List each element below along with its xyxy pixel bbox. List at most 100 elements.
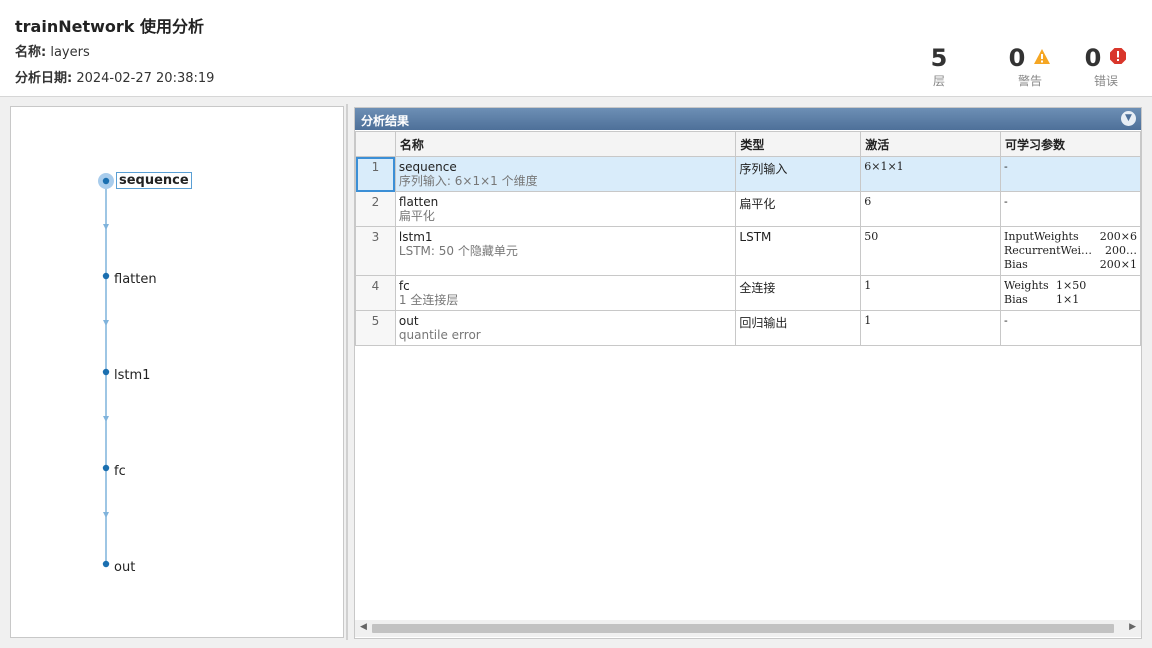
layer-name: fc (398, 279, 410, 293)
layer-learnables: InputWeights 200×6 RecurrentWei… 200… Bias… (999, 226, 1142, 276)
column-header-name[interactable]: 名称 (394, 131, 737, 157)
scrollbar-thumb[interactable] (372, 624, 1114, 633)
graph-node-label-sequence[interactable]: sequence (116, 172, 192, 189)
param-name: - (1003, 314, 1008, 327)
layer-learnables: - (999, 156, 1142, 192)
scroll-right-icon[interactable]: ▶ (1129, 622, 1136, 632)
analysis-results-panel: 分析结果 ▼ 名称 类型 激活 可学习参数 1 sequence 序列输入: 6… (354, 107, 1142, 639)
edge-arrow (103, 512, 109, 518)
layer-name-cell: fc 1 全连接层 (394, 275, 737, 311)
layer-name-cell: sequence 序列输入: 6×1×1 个维度 (394, 156, 737, 192)
table-row[interactable]: 3 lstm1 LSTM: 50 个隐藏单元 LSTM 50 InputWeig… (355, 226, 1142, 276)
date-label: 分析日期: (15, 71, 73, 86)
layer-description: quantile error (398, 328, 481, 342)
name-value: layers (50, 45, 90, 60)
graph-node-label-out[interactable]: out (114, 560, 135, 575)
network-name: 名称: layers (15, 41, 90, 60)
param-size: 200… (1105, 244, 1137, 257)
results-header: 分析结果 ▼ (355, 108, 1141, 130)
layer-activations: 50 (860, 226, 1001, 276)
param-size: 1×1 (1055, 293, 1080, 306)
layer-name: sequence (398, 160, 457, 174)
edge-arrow (103, 320, 109, 326)
warning-label: 警告 (1017, 74, 1042, 88)
scroll-left-icon[interactable]: ◀ (360, 622, 367, 632)
param-size: 200×1 (1099, 258, 1137, 271)
layer-count: 5 (930, 44, 948, 72)
layer-count-stat: 5 层 (925, 44, 953, 89)
collapse-icon[interactable]: ▼ (1121, 111, 1136, 126)
graph-node-label-flatten[interactable]: flatten (114, 272, 157, 287)
layer-activations: 6×1×1 (860, 156, 1001, 192)
layer-type: LSTM (735, 226, 862, 276)
row-index: 5 (355, 310, 396, 346)
layer-learnables: - (999, 310, 1142, 346)
layer-description: 1 全连接层 (398, 293, 459, 307)
analysis-date: 分析日期: 2024-02-27 20:38:19 (15, 67, 214, 86)
layer-type: 全连接 (735, 275, 862, 311)
layer-activations: 1 (860, 275, 1001, 311)
graph-node-sequence[interactable] (102, 177, 110, 185)
param-size: 1×50 (1055, 279, 1087, 292)
error-label: 错误 (1093, 74, 1118, 88)
graph-node-flatten[interactable] (102, 272, 110, 280)
layer-learnables: Weights 1×50 Bias 1×1 (999, 275, 1142, 311)
layer-graph-panel[interactable]: sequence flatten lstm1 fc out (10, 106, 344, 638)
layer-description: 扁平化 (398, 209, 435, 223)
column-header-type[interactable]: 类型 (735, 131, 862, 157)
layer-type: 回归输出 (735, 310, 862, 346)
error-icon (1109, 47, 1127, 69)
layer-name: lstm1 (398, 230, 433, 244)
row-index: 2 (355, 191, 396, 227)
warning-count-stat[interactable]: 0 警告 (1008, 44, 1052, 89)
column-header-index (355, 131, 396, 157)
table-row[interactable]: 5 out quantile error 回归输出 1 - (355, 310, 1142, 346)
warning-count: 0 (1008, 44, 1026, 72)
graph-node-label-lstm1[interactable]: lstm1 (114, 368, 150, 383)
graph-node-label-fc[interactable]: fc (114, 464, 126, 479)
graph-node-out[interactable] (102, 560, 110, 568)
param-name: Bias (1003, 293, 1028, 306)
row-index: 4 (355, 275, 396, 311)
layer-name-cell: lstm1 LSTM: 50 个隐藏单元 (394, 226, 737, 276)
param-name: RecurrentWei… (1003, 244, 1092, 257)
layer-name: out (398, 314, 419, 328)
layer-count-label: 层 (932, 74, 945, 88)
table-row[interactable]: 2 flatten 扁平化 扁平化 6 - (355, 191, 1142, 227)
table-header-row: 名称 类型 激活 可学习参数 (355, 131, 1142, 157)
column-header-activations[interactable]: 激活 (860, 131, 1001, 157)
horizontal-scrollbar[interactable]: ◀ ▶ (355, 620, 1141, 637)
param-name: Bias (1003, 258, 1028, 271)
layer-learnables: - (999, 191, 1142, 227)
param-name: - (1003, 160, 1008, 173)
error-count-stat[interactable]: 0 错误 (1084, 44, 1128, 89)
layer-type: 扁平化 (735, 191, 862, 227)
param-name: Weights (1003, 279, 1049, 292)
column-header-learnables[interactable]: 可学习参数 (999, 131, 1142, 157)
table-row[interactable]: 1 sequence 序列输入: 6×1×1 个维度 序列输入 6×1×1 - (355, 156, 1142, 192)
table-row[interactable]: 4 fc 1 全连接层 全连接 1 Weights 1×50 Bias 1×1 (355, 275, 1142, 311)
analysis-header: trainNetwork 使用分析 名称: layers 分析日期: 2024-… (0, 0, 1152, 97)
results-title: 分析结果 (361, 114, 410, 128)
param-name: InputWeights (1003, 230, 1079, 243)
layer-name: flatten (398, 195, 439, 209)
layer-type: 序列输入 (735, 156, 862, 192)
layer-name-cell: flatten 扁平化 (394, 191, 737, 227)
layer-name-cell: out quantile error (394, 310, 737, 346)
param-size: 200×6 (1099, 230, 1137, 243)
graph-node-lstm1[interactable] (102, 368, 110, 376)
row-index: 1 (355, 156, 396, 192)
results-table: 名称 类型 激活 可学习参数 1 sequence 序列输入: 6×1×1 个维… (355, 131, 1142, 346)
row-index: 3 (355, 226, 396, 276)
page-title: trainNetwork 使用分析 (15, 17, 204, 36)
panel-splitter[interactable] (346, 104, 348, 640)
param-name: - (1003, 195, 1008, 208)
layer-description: LSTM: 50 个隐藏单元 (398, 244, 518, 258)
layer-activations: 6 (860, 191, 1001, 227)
graph-node-fc[interactable] (102, 464, 110, 472)
layer-activations: 1 (860, 310, 1001, 346)
name-label: 名称: (15, 45, 47, 60)
warning-icon (1033, 48, 1051, 69)
error-count: 0 (1084, 44, 1102, 72)
date-value: 2024-02-27 20:38:19 (76, 71, 215, 86)
